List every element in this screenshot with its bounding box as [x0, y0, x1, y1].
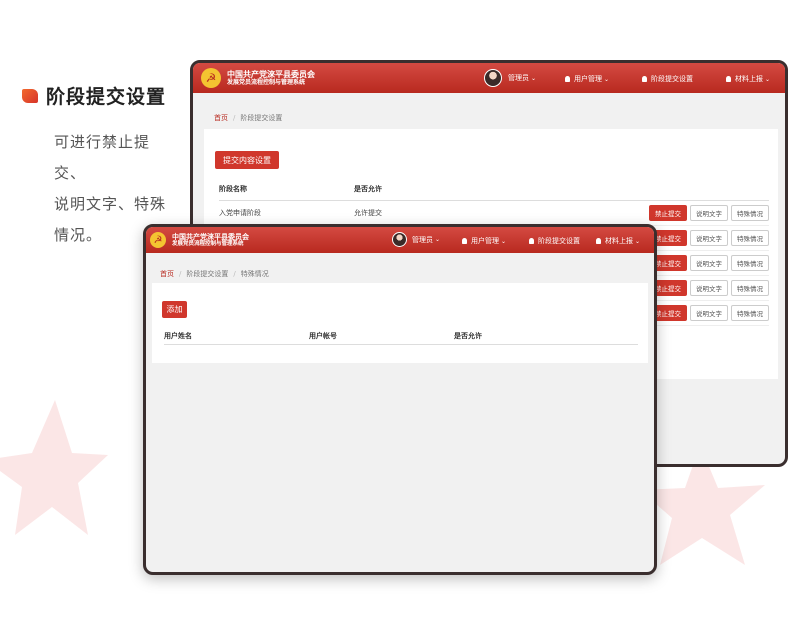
brand-title: 中国共产党淶平县委员会 — [172, 231, 249, 241]
row-actions: 禁止提交 说明文字 特殊情况 — [649, 305, 769, 321]
special-case-window: ☭ 中国共产党淶平县委员会 发展党员流程控制与管理系统 管理员 ⌄ 用户管理 ⌄… — [143, 224, 657, 575]
avatar — [484, 69, 502, 87]
special-case-panel: 添加 用户姓名 用户帐号 是否允许 — [152, 283, 648, 363]
table-row: 入党申请阶段 允许提交 禁止提交 说明文字 特殊情况 — [219, 201, 769, 226]
admin-menu[interactable]: 管理员 ⌄ — [484, 69, 536, 87]
breadcrumb-separator: / — [179, 269, 182, 278]
nav-stage-settings[interactable]: 阶段提交设置 — [529, 236, 580, 246]
row-actions: 禁止提交 说明文字 特殊情况 — [649, 280, 769, 296]
column-header: 阶段名称 — [219, 185, 247, 193]
breadcrumb-home-link[interactable]: 首页 — [214, 113, 228, 123]
allow-status-cell: 允许提交 — [354, 209, 382, 217]
chevron-down-icon: ⌄ — [531, 74, 537, 82]
row-actions: 禁止提交 说明文字 特殊情况 — [649, 205, 769, 221]
breadcrumb: 首页 / 阶段提交设置 — [193, 93, 785, 129]
admin-menu[interactable]: 管理员 ⌄ — [392, 232, 440, 247]
special-case-button[interactable]: 特殊情况 — [731, 280, 769, 296]
bell-icon — [726, 76, 731, 82]
breadcrumb-mid-link[interactable]: 阶段提交设置 — [186, 269, 228, 279]
admin-label: 管理员 — [412, 235, 433, 244]
explanation-text-button[interactable]: 说明文字 — [690, 255, 728, 271]
nav-user-management[interactable]: 用户管理 ⌄ — [462, 236, 506, 246]
nav-label: 用户管理 — [574, 75, 602, 83]
bell-icon — [642, 76, 647, 82]
breadcrumb-current: 阶段提交设置 — [240, 114, 283, 122]
app-header: ☭ 中国共产党淶平县委员会 发展党员流程控制与管理系统 管理员 ⌄ 用户管理 ⌄… — [146, 227, 654, 253]
brand-title: 中国共产党淶平县委员会 — [227, 68, 315, 79]
nav-label: 阶段提交设置 — [538, 237, 580, 245]
bell-icon — [529, 238, 534, 244]
chevron-down-icon: ⌄ — [765, 75, 771, 83]
explanation-text-button[interactable]: 说明文字 — [690, 230, 728, 246]
row-actions: 禁止提交 说明文字 特殊情况 — [649, 255, 769, 271]
avatar — [392, 232, 407, 247]
app-brand: 中国共产党淶平县委员会 发展党员流程控制与管理系统 — [172, 231, 249, 248]
column-header: 是否允许 — [454, 332, 482, 340]
bell-icon — [462, 238, 467, 244]
nav-label: 材料上报 — [735, 75, 763, 83]
decorative-star-left — [0, 400, 108, 535]
promo-desc-line: 可进行禁止提交、 — [54, 133, 151, 182]
nav-label: 用户管理 — [471, 237, 499, 245]
promo-desc-line: 说明文字、特殊 — [54, 195, 167, 213]
explanation-text-button[interactable]: 说明文字 — [690, 305, 728, 321]
column-header: 是否允许 — [354, 185, 382, 193]
explanation-text-button[interactable]: 说明文字 — [690, 280, 728, 296]
party-emblem-icon: ☭ — [201, 68, 221, 88]
special-case-button[interactable]: 特殊情况 — [731, 305, 769, 321]
column-header: 用户姓名 — [164, 332, 192, 340]
chevron-down-icon: ⌄ — [435, 236, 441, 243]
nav-label: 材料上报 — [605, 237, 633, 245]
stage-name-cell: 入党申请阶段 — [219, 209, 261, 217]
brand-subtitle: 发展党员流程控制与管理系统 — [172, 240, 244, 247]
chevron-down-icon: ⌄ — [604, 75, 610, 83]
breadcrumb-home-link[interactable]: 首页 — [160, 269, 174, 279]
add-button[interactable]: 添加 — [162, 301, 187, 318]
nav-material-report[interactable]: 材料上报 ⌄ — [596, 236, 640, 246]
table-header: 阶段名称 是否允许 — [219, 184, 769, 201]
breadcrumb-separator: / — [233, 114, 236, 122]
special-case-button[interactable]: 特殊情况 — [731, 230, 769, 246]
special-case-button[interactable]: 特殊情况 — [731, 255, 769, 271]
bell-icon — [565, 76, 570, 82]
breadcrumb-current: 特殊情况 — [240, 269, 269, 278]
nav-material-report[interactable]: 材料上报 ⌄ — [726, 74, 770, 84]
app-brand: 中国共产党淶平县委员会 发展党员流程控制与管理系统 — [227, 68, 315, 87]
special-case-button[interactable]: 特殊情况 — [731, 205, 769, 221]
nav-user-management[interactable]: 用户管理 ⌄ — [565, 74, 609, 84]
table-header: 用户姓名 用户帐号 是否允许 — [164, 331, 638, 345]
app-header: ☭ 中国共产党淶平县委员会 发展党员流程控制与管理系统 管理员 ⌄ 用户管理 ⌄… — [193, 63, 785, 93]
forbid-submit-button[interactable]: 禁止提交 — [649, 205, 687, 221]
chevron-down-icon: ⌄ — [635, 237, 641, 245]
submit-content-settings-button[interactable]: 提交内容设置 — [215, 151, 279, 169]
brand-subtitle: 发展党员流程控制与管理系统 — [227, 79, 306, 87]
column-header: 用户帐号 — [309, 332, 337, 340]
admin-label: 管理员 — [508, 74, 529, 82]
row-actions: 禁止提交 说明文字 特殊情况 — [649, 230, 769, 246]
promo-heading: 阶段提交设置 — [22, 82, 166, 109]
chevron-down-icon: ⌄ — [501, 237, 507, 245]
bell-icon — [596, 238, 601, 244]
breadcrumb-separator: / — [233, 269, 236, 278]
breadcrumb: 首页 / 阶段提交设置 / 特殊情况 — [146, 253, 654, 283]
explanation-text-button[interactable]: 说明文字 — [690, 205, 728, 221]
promo-title: 阶段提交设置 — [46, 86, 167, 108]
nav-stage-settings[interactable]: 阶段提交设置 — [642, 74, 693, 84]
promo-heading-marker — [22, 88, 38, 103]
party-emblem-icon: ☭ — [150, 232, 166, 248]
nav-label: 阶段提交设置 — [651, 75, 693, 83]
